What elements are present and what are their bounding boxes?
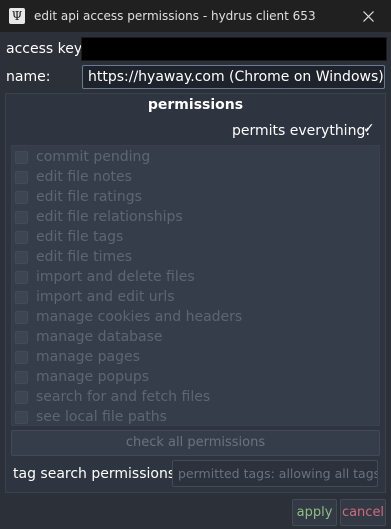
permits-everything-label: permits everything: xyxy=(232,123,371,139)
name-label: name: xyxy=(6,69,51,85)
cancel-button[interactable]: cancel xyxy=(340,499,386,526)
access-key-field[interactable] xyxy=(81,37,387,61)
permission-item[interactable]: commit pending xyxy=(15,147,150,167)
permission-checkbox[interactable] xyxy=(15,230,28,244)
permission-checkbox[interactable] xyxy=(15,290,28,304)
permission-item[interactable]: edit file relationships xyxy=(15,207,183,227)
permission-label: edit file times xyxy=(36,249,133,265)
name-field[interactable]: https://hyaway.com (Chrome on Windows) xyxy=(82,65,385,89)
permissions-list: commit pending edit file notes edit file… xyxy=(11,145,380,426)
permission-label: manage pages xyxy=(36,349,140,365)
window-title: edit api access permissions - hydrus cli… xyxy=(34,9,316,23)
permission-checkbox[interactable] xyxy=(15,270,28,284)
permission-item[interactable]: edit file notes xyxy=(15,167,132,187)
permission-checkbox[interactable] xyxy=(15,210,28,224)
permission-checkbox[interactable] xyxy=(15,330,28,344)
permission-label: edit file tags xyxy=(36,229,124,245)
access-key-label: access key: xyxy=(6,41,86,57)
permission-item[interactable]: edit file tags xyxy=(15,227,123,247)
permission-checkbox[interactable] xyxy=(15,250,28,264)
permission-checkbox[interactable] xyxy=(15,190,28,204)
permission-checkbox[interactable] xyxy=(15,370,28,384)
permission-item[interactable]: manage pages xyxy=(15,347,140,367)
permission-item[interactable]: edit file times xyxy=(15,247,132,267)
permission-label: manage database xyxy=(36,329,163,345)
close-button[interactable] xyxy=(345,0,391,32)
permission-label: see local file paths xyxy=(36,409,167,425)
permission-label: search for and fetch files xyxy=(36,389,211,405)
permission-item[interactable]: manage popups xyxy=(15,367,149,387)
permission-label: edit file notes xyxy=(36,169,132,185)
permission-checkbox[interactable] xyxy=(15,170,28,184)
permission-item[interactable]: manage cookies and headers xyxy=(15,307,242,327)
check-all-permissions-button[interactable]: check all permissions xyxy=(11,430,380,456)
permission-item[interactable]: import and delete files xyxy=(15,267,195,287)
title-bar: Ψ edit api access permissions - hydrus c… xyxy=(0,0,391,32)
permission-label: edit file relationships xyxy=(36,209,183,225)
permission-checkbox[interactable] xyxy=(15,410,28,424)
permission-item[interactable]: edit file ratings xyxy=(15,187,142,207)
tag-search-permissions-label: tag search permissions: xyxy=(13,466,180,482)
permission-item[interactable]: search for and fetch files xyxy=(15,387,210,407)
permission-label: edit file ratings xyxy=(36,189,142,205)
permission-label: import and edit urls xyxy=(36,289,175,305)
permission-label: manage cookies and headers xyxy=(36,309,243,325)
permission-label: commit pending xyxy=(36,149,151,165)
apply-button[interactable]: apply xyxy=(292,499,337,526)
permission-item[interactable]: manage database xyxy=(15,327,163,347)
close-icon xyxy=(362,10,374,22)
permission-checkbox[interactable] xyxy=(15,310,28,324)
permission-item[interactable]: import and edit urls xyxy=(15,287,175,307)
permission-label: manage popups xyxy=(36,369,150,385)
permissions-title: permissions xyxy=(147,97,244,113)
permission-checkbox[interactable] xyxy=(15,150,28,164)
permission-item[interactable]: see local file paths xyxy=(15,407,167,427)
psi-icon: Ψ xyxy=(9,8,25,24)
permission-checkbox[interactable] xyxy=(15,350,28,364)
permission-label: import and delete files xyxy=(36,269,195,285)
tag-search-permissions-field[interactable]: permitted tags: allowing all tags xyxy=(172,460,378,487)
permission-checkbox[interactable] xyxy=(15,390,28,404)
permits-everything-checkbox[interactable]: ✓ xyxy=(363,121,375,137)
